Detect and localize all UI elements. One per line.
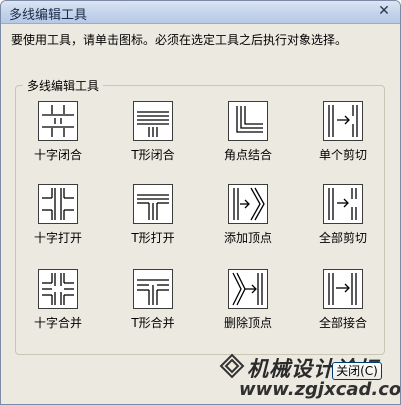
weld-all-icon[interactable] xyxy=(323,269,363,309)
tool-label: 单个剪切 xyxy=(318,148,367,162)
tee-closed-icon[interactable] xyxy=(133,101,173,141)
tool-delete-vertex[interactable]: 删除顶点 xyxy=(203,269,293,339)
tool-label: 角点结合 xyxy=(223,148,272,162)
tool-cross-closed[interactable]: 十字闭合 xyxy=(13,101,103,171)
cross-open-icon[interactable] xyxy=(38,184,78,224)
tool-label: T形打开 xyxy=(131,231,175,245)
tool-label: 十字闭合 xyxy=(33,148,82,162)
tee-open-icon[interactable] xyxy=(133,184,173,224)
tool-label: 全部接合 xyxy=(318,316,367,330)
delete-vertex-icon[interactable] xyxy=(228,269,268,309)
tool-label: T形合并 xyxy=(131,316,175,330)
instruction-text: 要使用工具，请单击图标。必须在选定工具之后执行对象选择。 xyxy=(11,33,348,47)
group-label: 多线编辑工具 xyxy=(23,77,104,94)
add-vertex-icon[interactable] xyxy=(228,184,268,224)
tool-add-vertex[interactable]: 添加顶点 xyxy=(203,184,293,254)
window-title: 多线编辑工具 xyxy=(9,8,88,23)
tool-cut-all[interactable]: 全部剪切 xyxy=(298,184,388,254)
cross-merged-icon[interactable] xyxy=(38,269,78,309)
watermark-url: www.zgjxcad.com xyxy=(239,379,401,400)
close-button[interactable]: 关闭(C) xyxy=(332,362,382,380)
tool-label: 十字打开 xyxy=(33,231,82,245)
tool-label: 十字合并 xyxy=(33,316,82,330)
tool-tee-merged[interactable]: T形合并 xyxy=(108,269,198,339)
cut-single-icon[interactable] xyxy=(323,101,363,141)
cut-all-icon[interactable] xyxy=(323,184,363,224)
tool-label: 全部剪切 xyxy=(318,231,367,245)
close-icon[interactable]: ✕ xyxy=(376,2,392,20)
tool-weld-all[interactable]: 全部接合 xyxy=(298,269,388,339)
watermark-logo-icon xyxy=(219,353,245,379)
tee-merged-icon[interactable] xyxy=(133,269,173,309)
tool-label: T形闭合 xyxy=(131,148,175,162)
tool-cross-merged[interactable]: 十字合并 xyxy=(13,269,103,339)
title-bar[interactable]: 多线编辑工具 ✕ xyxy=(1,1,400,24)
tool-cut-single[interactable]: 单个剪切 xyxy=(298,101,388,171)
tool-label: 添加顶点 xyxy=(223,231,272,245)
tool-tee-closed[interactable]: T形闭合 xyxy=(108,101,198,171)
tool-tee-open[interactable]: T形打开 xyxy=(108,184,198,254)
tool-label: 删除顶点 xyxy=(223,316,272,330)
cross-closed-icon[interactable] xyxy=(38,101,78,141)
tool-cross-open[interactable]: 十字打开 xyxy=(13,184,103,254)
tool-corner-joint[interactable]: 角点结合 xyxy=(203,101,293,171)
corner-joint-icon[interactable] xyxy=(228,101,268,141)
dialog-window: 多线编辑工具 ✕ 要使用工具，请单击图标。必须在选定工具之后执行对象选择。 多线… xyxy=(0,0,401,405)
